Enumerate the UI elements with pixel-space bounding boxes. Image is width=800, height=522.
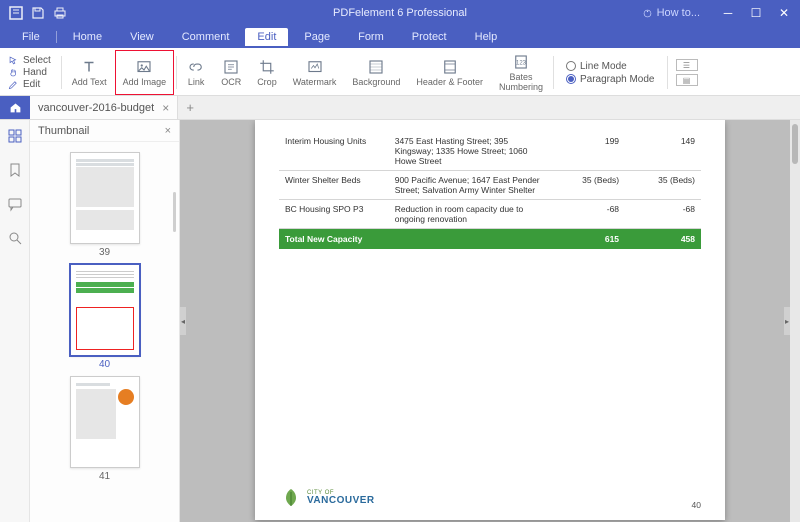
table-row: Interim Housing Units3475 East Hasting S… — [279, 132, 701, 171]
background-label: Background — [352, 78, 400, 87]
paragraph-mode-radio[interactable]: Paragraph Mode — [566, 74, 655, 85]
thumb-item-40[interactable]: 40 — [70, 264, 140, 370]
save-icon[interactable] — [30, 5, 46, 21]
document-tab[interactable]: vancouver-2016-budget × — [30, 96, 178, 119]
side-rail — [0, 120, 30, 522]
add-text-tool[interactable]: Add Text — [64, 50, 115, 95]
table-total-row: Total New Capacity615458 — [279, 229, 701, 250]
edit-tool[interactable]: Edit — [8, 79, 51, 90]
ocr-label: OCR — [221, 78, 241, 87]
app-title: PDFelement 6 Professional — [333, 7, 467, 19]
menu-page[interactable]: Page — [292, 28, 342, 46]
tab-close-icon[interactable]: × — [162, 101, 169, 115]
link-tool[interactable]: Link — [179, 50, 213, 95]
thumbnail-title: Thumbnail — [38, 125, 89, 137]
crop-tool[interactable]: Crop — [249, 50, 285, 95]
thumb-item-39[interactable]: 39 — [70, 152, 140, 258]
edit-mode-group: Line Mode Paragraph Mode — [556, 50, 665, 95]
edit-label: Edit — [23, 79, 40, 90]
thumb-num-40: 40 — [99, 359, 110, 370]
howto-link[interactable]: How to... — [642, 7, 700, 19]
bookmark-rail-icon[interactable] — [7, 162, 23, 178]
layout-switch-2[interactable]: ▤ — [676, 74, 698, 86]
select-tool[interactable]: Select — [8, 55, 51, 66]
menu-protect[interactable]: Protect — [400, 28, 459, 46]
bates-tool[interactable]: 123 Bates Numbering — [491, 50, 551, 95]
howto-label: How to... — [657, 7, 700, 19]
menu-home[interactable]: Home — [61, 28, 114, 46]
ribbon-toolbar: Select Hand Edit Add Text Add Image Link… — [0, 48, 800, 96]
thumb-num-41: 41 — [99, 471, 110, 482]
maximize-button[interactable]: ☐ — [744, 4, 768, 22]
thumb-item-41[interactable]: 41 — [70, 376, 140, 482]
menu-comment[interactable]: Comment — [170, 28, 242, 46]
layout-switch-1[interactable]: ☰ — [676, 59, 698, 71]
header-footer-label: Header & Footer — [416, 78, 483, 87]
table-row: Winter Shelter Beds900 Pacific Avenue; 1… — [279, 171, 701, 200]
add-image-tool[interactable]: Add Image — [115, 50, 175, 95]
page-viewer: ◂ Interim Housing Units3475 East Hasting… — [180, 120, 800, 522]
viewer-scrollbar[interactable] — [790, 120, 800, 522]
logo-vancouver: VANCOUVER — [307, 496, 375, 506]
pdf-page: Interim Housing Units3475 East Hasting S… — [255, 120, 725, 520]
background-tool[interactable]: Background — [344, 50, 408, 95]
thumbnail-close-icon[interactable]: × — [165, 125, 171, 137]
bates-label: Bates Numbering — [499, 73, 543, 92]
thumb-num-39: 39 — [99, 247, 110, 258]
comments-rail-icon[interactable] — [7, 196, 23, 212]
crop-label: Crop — [257, 78, 277, 87]
search-rail-icon[interactable] — [7, 230, 23, 246]
hand-tool[interactable]: Hand — [8, 67, 51, 78]
line-mode-label: Line Mode — [580, 61, 627, 72]
close-window-button[interactable]: ✕ — [772, 4, 796, 22]
document-tab-label: vancouver-2016-budget — [38, 102, 154, 114]
header-footer-tool[interactable]: Header & Footer — [408, 50, 491, 95]
vancouver-logo: CITY OFVANCOUVER — [279, 486, 375, 510]
svg-text:123: 123 — [516, 60, 527, 66]
add-tab-button[interactable]: + — [178, 96, 202, 119]
menu-form[interactable]: Form — [346, 28, 396, 46]
thumbnail-panel: Thumbnail × 39 40 41 — [30, 120, 180, 522]
add-text-label: Add Text — [72, 78, 107, 87]
hand-label: Hand — [23, 67, 47, 78]
line-mode-radio[interactable]: Line Mode — [566, 61, 655, 72]
menu-file[interactable]: File — [10, 28, 52, 46]
collapse-left-handle[interactable]: ◂ — [180, 307, 186, 335]
watermark-tool[interactable]: Watermark — [285, 50, 345, 95]
table-row: BC Housing SPO P3Reduction in room capac… — [279, 200, 701, 229]
thumbnails-rail-icon[interactable] — [7, 128, 23, 144]
select-label: Select — [23, 55, 51, 66]
menu-edit[interactable]: Edit — [245, 28, 288, 46]
thumb-scrollbar[interactable] — [173, 192, 176, 232]
paragraph-mode-label: Paragraph Mode — [580, 74, 655, 85]
link-label: Link — [188, 78, 205, 87]
menu-view[interactable]: View — [118, 28, 166, 46]
document-tabs: vancouver-2016-budget × + — [0, 96, 800, 120]
add-image-label: Add Image — [123, 78, 167, 87]
app-logo-icon[interactable] — [8, 5, 24, 21]
watermark-label: Watermark — [293, 78, 337, 87]
home-tab-button[interactable] — [0, 96, 30, 119]
print-icon[interactable] — [52, 5, 68, 21]
menu-help[interactable]: Help — [463, 28, 510, 46]
page-number: 40 — [692, 500, 701, 510]
ocr-tool[interactable]: OCR — [213, 50, 249, 95]
leaf-icon — [279, 486, 303, 510]
menu-bar: File Home View Comment Edit Page Form Pr… — [0, 26, 800, 48]
capacity-table: Interim Housing Units3475 East Hasting S… — [279, 132, 701, 249]
title-bar: PDFelement 6 Professional How to... ─ ☐ … — [0, 0, 800, 26]
minimize-button[interactable]: ─ — [716, 4, 740, 22]
